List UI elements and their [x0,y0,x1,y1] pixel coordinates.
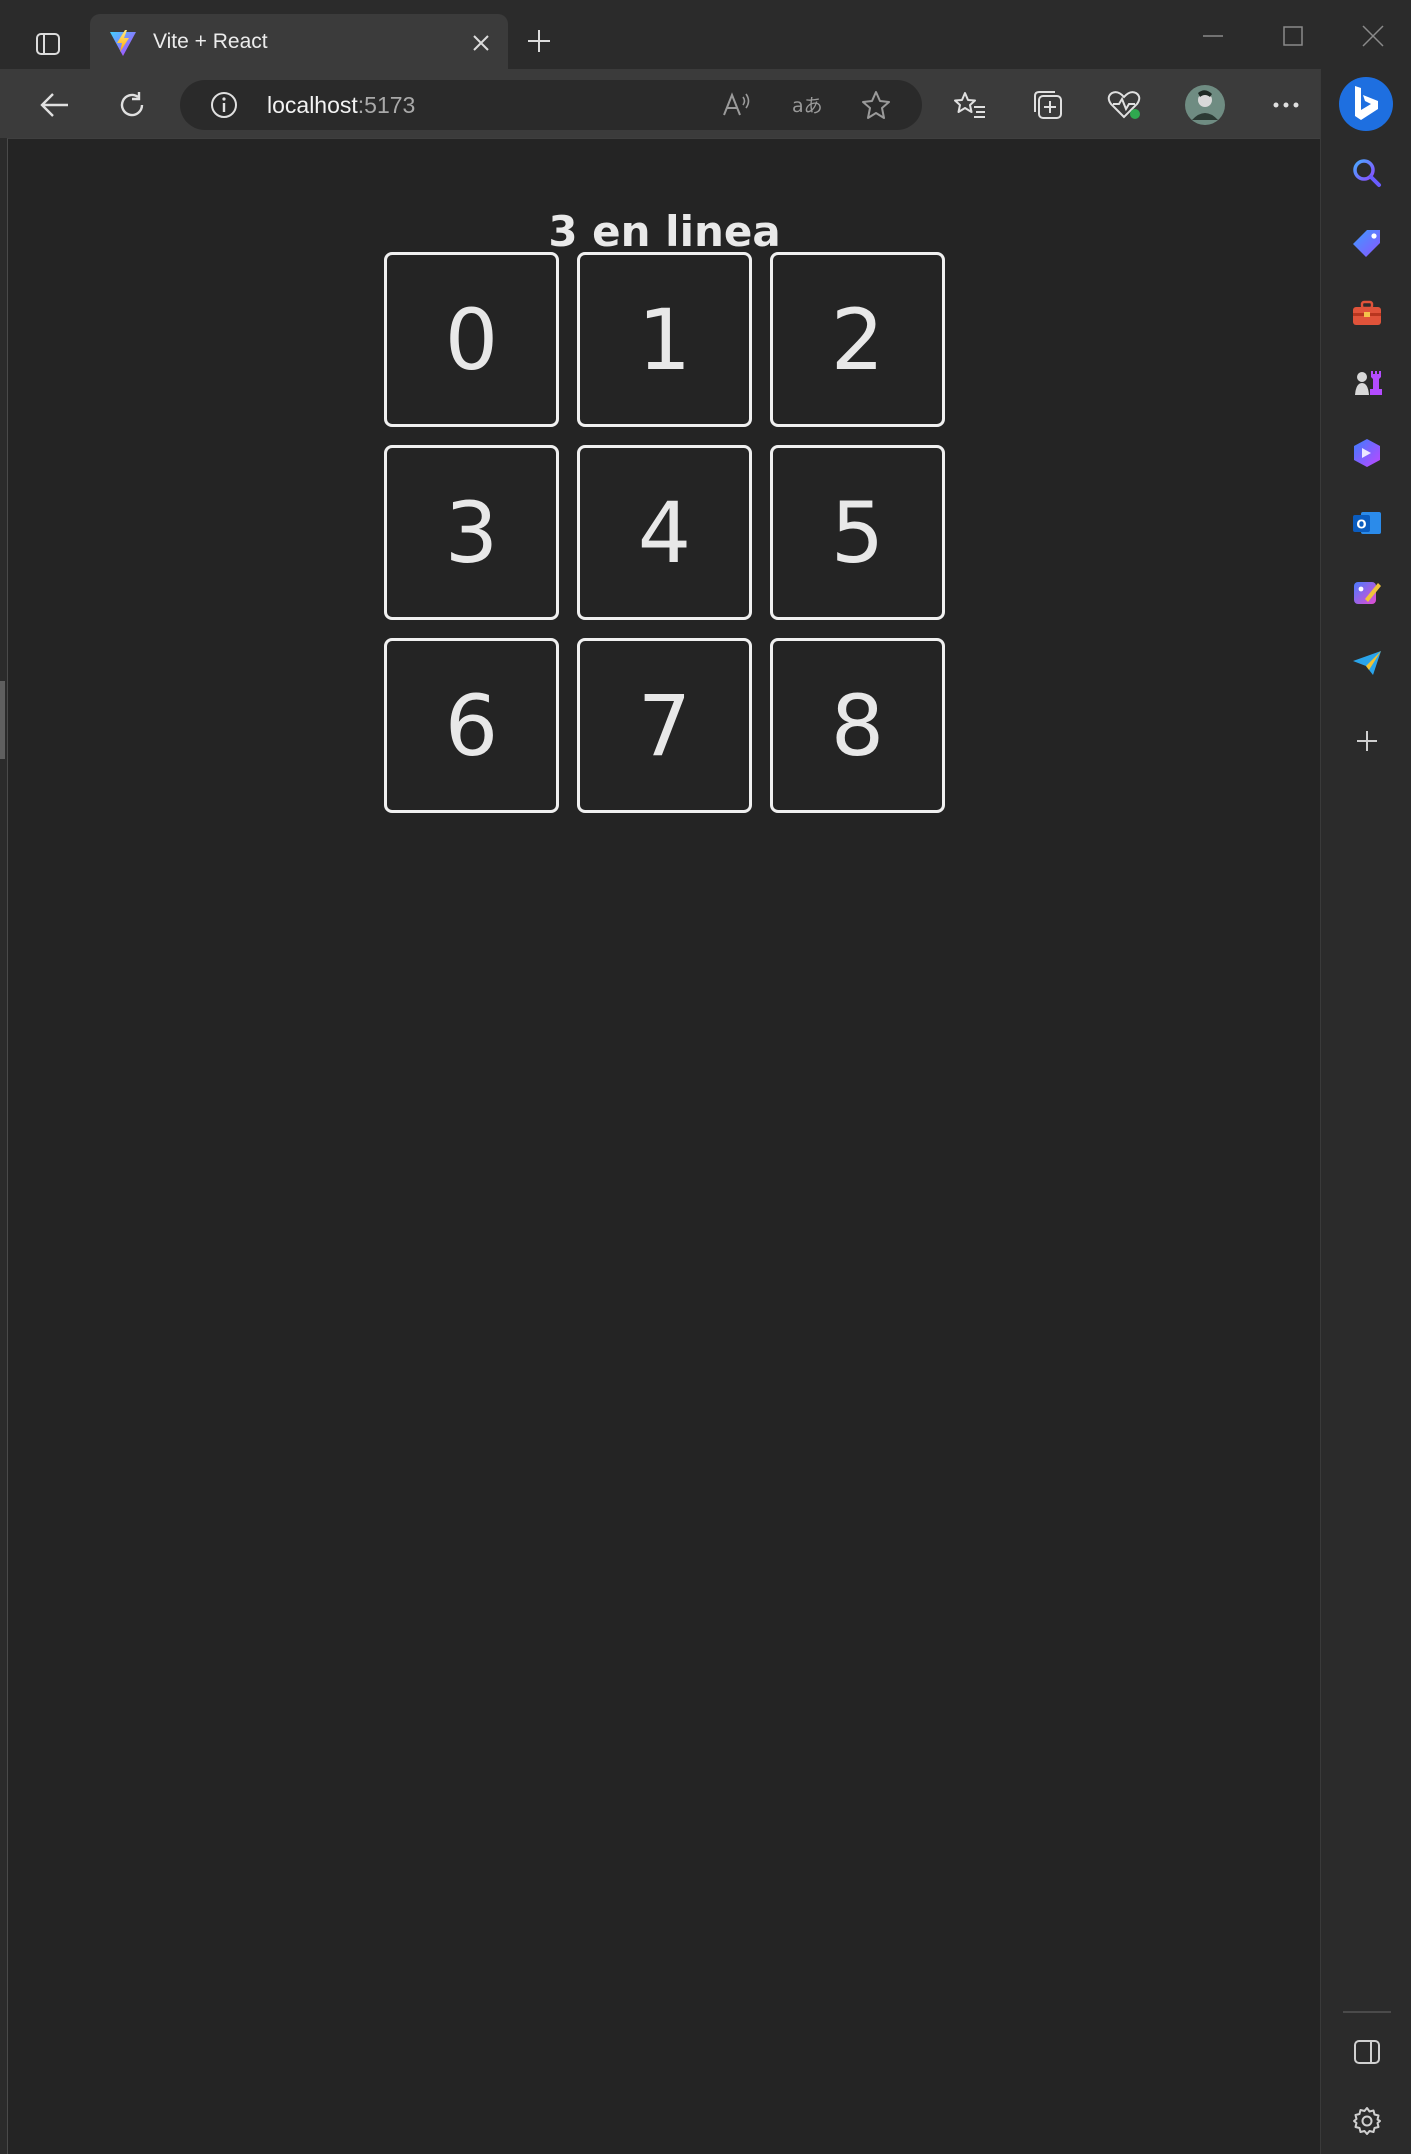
search-icon[interactable] [1343,149,1391,197]
board-cell-3[interactable]: 3 [384,445,559,620]
board-cell-5[interactable]: 5 [770,445,945,620]
designer-icon[interactable] [1343,569,1391,617]
new-tab-icon[interactable] [520,22,558,60]
send-icon[interactable] [1343,639,1391,687]
minimize-icon[interactable] [1183,14,1243,58]
game-title: 3 en linea [548,207,781,256]
edge-sidebar: O [1320,69,1411,2154]
back-arrow-icon[interactable] [33,83,77,127]
address-url[interactable]: localhost:5173 [267,92,415,119]
resize-handle[interactable] [0,681,5,759]
site-info-icon[interactable] [210,91,238,119]
svg-text:O: O [1356,518,1366,532]
svg-text:aあ: aあ [792,95,823,117]
settings-gear-icon[interactable] [1343,2097,1391,2145]
address-bar[interactable]: localhost:5173 aあ [180,80,922,130]
tab-strip: Vite + React [0,0,1411,69]
copilot-icon[interactable] [1343,429,1391,477]
close-tab-icon[interactable] [466,28,496,58]
collections-icon[interactable] [1025,83,1069,127]
board-cell-7[interactable]: 7 [577,638,752,813]
tab-title: Vite + React [153,30,268,53]
favorite-star-icon[interactable] [859,88,893,122]
board-cell-8[interactable]: 8 [770,638,945,813]
sidebar-divider [1343,2011,1391,2013]
browser-tab[interactable]: Vite + React [90,14,508,69]
profile-avatar[interactable] [1182,83,1228,127]
more-options-icon[interactable] [1264,83,1308,127]
board-cell-1[interactable]: 1 [577,252,752,427]
board-cell-0[interactable]: 0 [384,252,559,427]
hide-sidebar-icon[interactable] [1343,2028,1391,2076]
read-aloud-icon[interactable] [719,88,753,122]
add-icon[interactable] [1343,717,1391,765]
window-left-edge [0,138,7,2154]
board-cell-6[interactable]: 6 [384,638,559,813]
browser-essentials-icon[interactable] [1102,83,1146,127]
favorites-list-icon[interactable] [948,83,992,127]
bing-copilot-icon[interactable] [1339,77,1393,131]
tools-icon[interactable] [1343,289,1391,337]
game-board: 0 1 2 3 4 5 6 7 8 [384,252,951,819]
board-cell-2[interactable]: 2 [770,252,945,427]
shopping-tag-icon[interactable] [1343,219,1391,267]
url-host: localhost [267,92,358,118]
close-window-icon[interactable] [1343,14,1403,58]
maximize-icon[interactable] [1263,14,1323,58]
outlook-icon[interactable]: O [1343,499,1391,547]
translate-icon[interactable]: aあ [790,88,824,122]
tab-actions-icon[interactable] [28,24,68,64]
refresh-icon[interactable] [110,83,154,127]
vite-logo-icon [110,30,136,56]
browser-toolbar: localhost:5173 aあ [0,69,1411,138]
board-cell-4[interactable]: 4 [577,445,752,620]
page-viewport: 3 en linea 0 1 2 3 4 5 6 7 8 [7,138,1320,2154]
url-port: :5173 [357,92,416,118]
games-icon[interactable] [1343,359,1391,407]
